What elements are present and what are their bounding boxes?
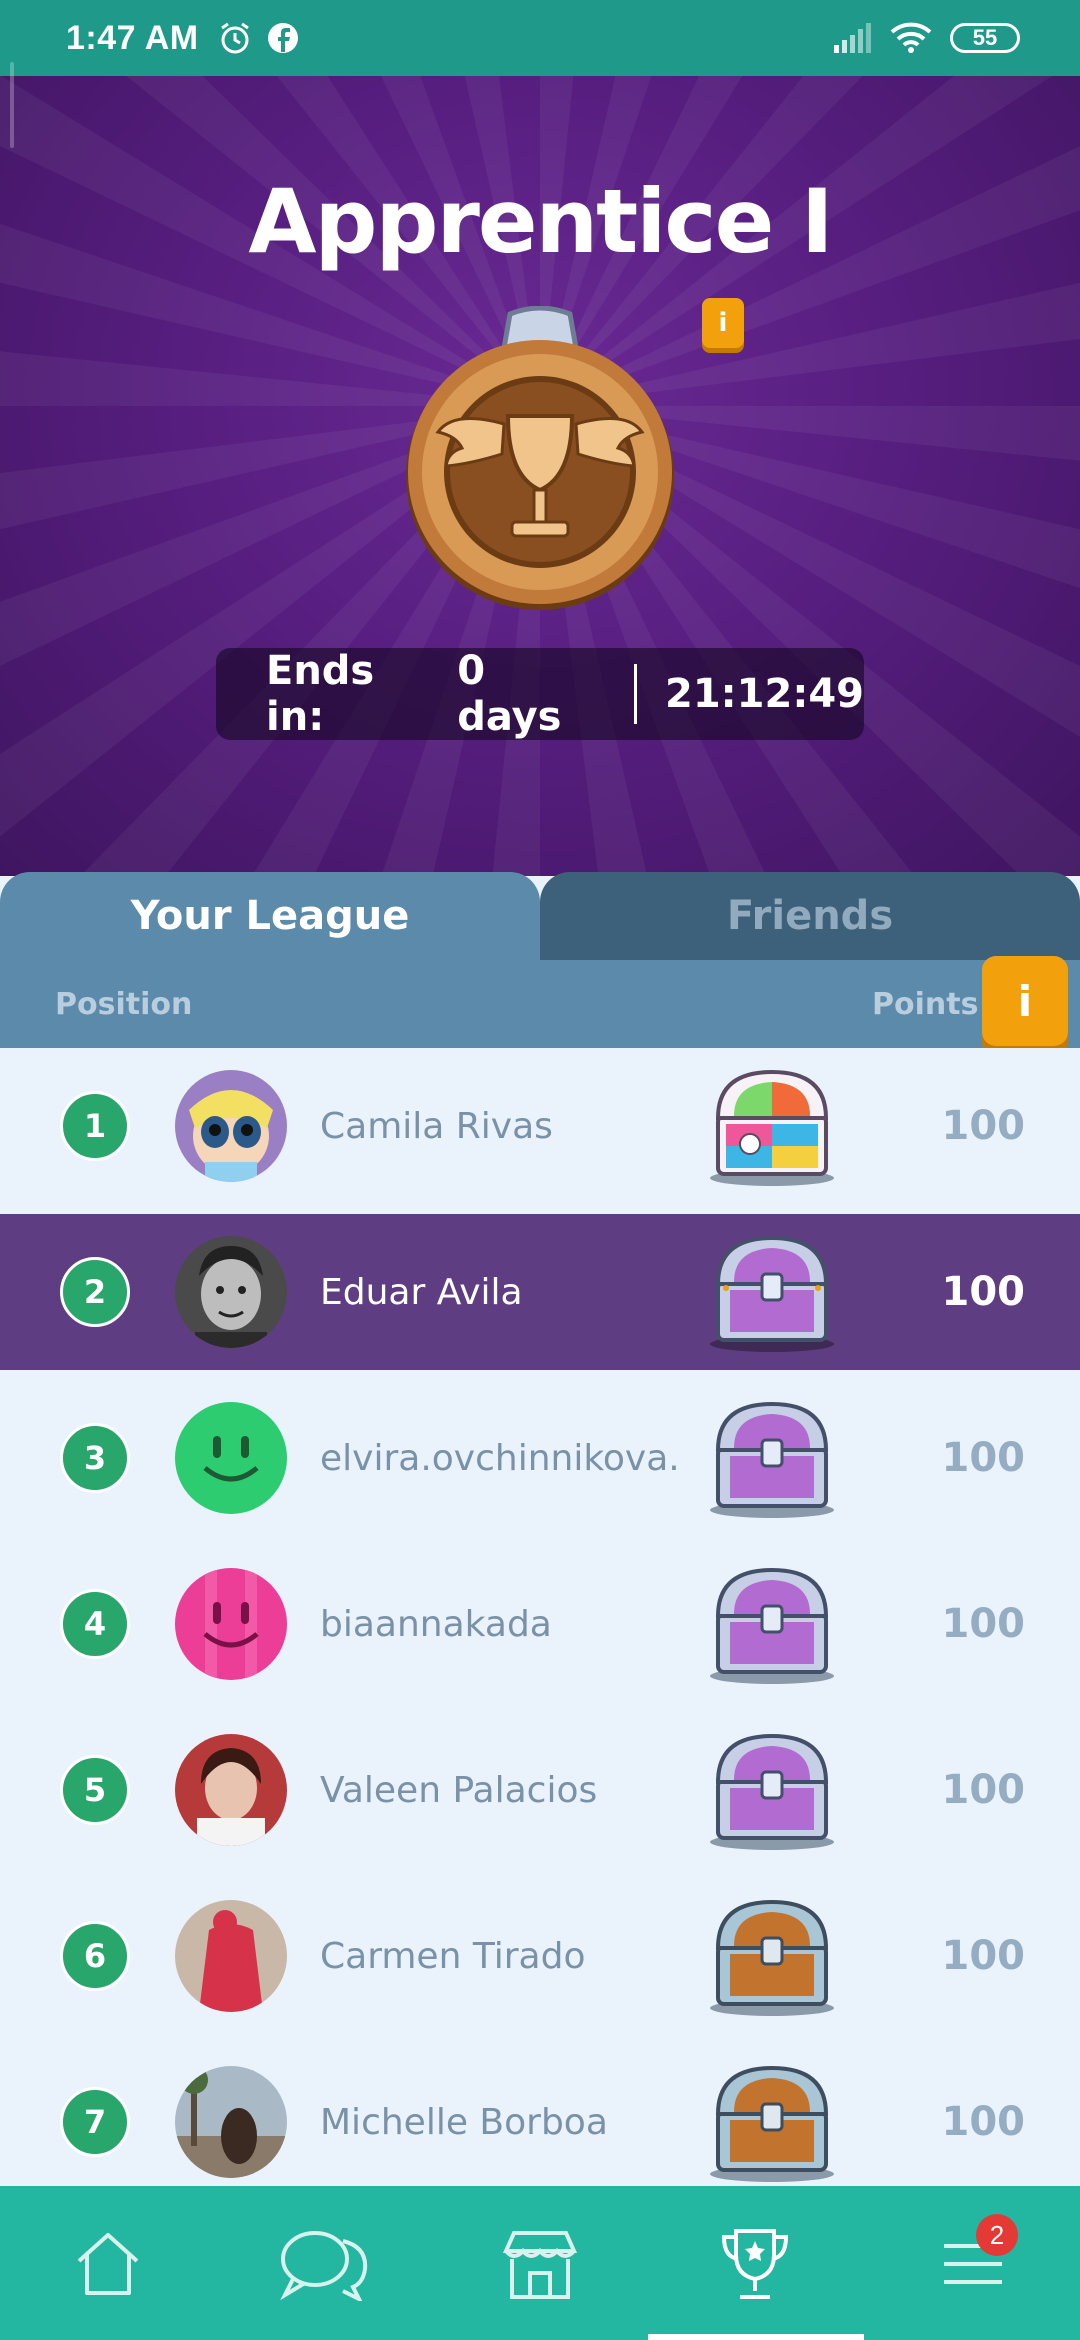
- wooden-chest-icon: [710, 2065, 834, 2182]
- purple-chest-icon: [710, 1235, 834, 1352]
- player-name: Carmen Tirado: [320, 1935, 586, 1977]
- trophy-icon: [721, 2229, 789, 2299]
- nav-leagues[interactable]: [700, 2214, 810, 2314]
- leaderboard-row[interactable]: 4 biaannakada 100: [0, 1546, 1080, 1702]
- league-timer: Ends in: 0 days 21:12:49: [216, 648, 864, 740]
- position-badge: 6: [60, 1921, 130, 1991]
- signal-icon: [834, 23, 871, 53]
- ends-in-days: 0 days: [457, 648, 562, 740]
- ends-in-time: 21:12:49: [665, 671, 864, 717]
- purple-chest-icon: [710, 1733, 834, 1850]
- player-points: 100: [941, 1103, 1026, 1149]
- status-bar: 1:47 AM 55: [0, 0, 1080, 76]
- points-column-header: Points: [872, 986, 979, 1022]
- leaderboard-row[interactable]: 7 Michelle Borboa 100: [0, 2044, 1080, 2200]
- player-name: biaannakada: [320, 1603, 552, 1645]
- avatar: [175, 1402, 287, 1514]
- facebook-icon: [267, 23, 298, 53]
- timer-divider: [634, 664, 637, 724]
- player-points: 100: [941, 1269, 1026, 1315]
- avatar: [175, 1734, 287, 1846]
- purple-chest-icon: [710, 1567, 834, 1684]
- position-badge: 5: [60, 1755, 130, 1825]
- table-header: Position Points: [0, 960, 1080, 1048]
- player-points: 100: [941, 1933, 1026, 1979]
- position-badge: 1: [60, 1091, 130, 1161]
- player-name: Valeen Palacios: [320, 1769, 598, 1811]
- avatar: [175, 2066, 287, 2178]
- nav-home[interactable]: [53, 2214, 163, 2314]
- player-name: Camila Rivas: [320, 1105, 553, 1147]
- league-tabs: Your League Friends: [0, 872, 1080, 960]
- points-info-button[interactable]: i: [982, 956, 1068, 1046]
- position-badge: 7: [60, 2087, 130, 2157]
- alarm-icon: [220, 22, 249, 54]
- chat-icon: [280, 2231, 368, 2301]
- ends-in-label: Ends in:: [266, 648, 375, 740]
- player-points: 100: [941, 1601, 1026, 1647]
- leaderboard-row-current-user[interactable]: 2 Eduar Avila 100: [0, 1214, 1080, 1370]
- active-tab-indicator: [648, 2334, 864, 2340]
- player-points: 100: [941, 1767, 1026, 1813]
- wooden-chest-icon: [710, 1899, 834, 2016]
- leaderboard-row[interactable]: 6 Carmen Tirado 100: [0, 1878, 1080, 2034]
- position-badge: 4: [60, 1589, 130, 1659]
- league-title: Apprentice I: [248, 170, 833, 273]
- leaderboard-row[interactable]: 5 Valeen Palacios 100: [0, 1712, 1080, 1868]
- rainbow-chest-icon: [710, 1069, 834, 1186]
- nav-chat[interactable]: [270, 2214, 380, 2314]
- leaderboard-row[interactable]: 3 elvira.ovchinnikova. 100: [0, 1380, 1080, 1536]
- wifi-icon: [890, 22, 932, 53]
- league-medal-icon: [406, 306, 674, 610]
- player-points: 100: [941, 1435, 1026, 1481]
- avatar: [175, 1236, 287, 1348]
- avatar: [175, 1070, 287, 1182]
- nav-shop[interactable]: [485, 2214, 595, 2314]
- scroll-indicator: [10, 62, 14, 148]
- shop-icon: [502, 2231, 578, 2299]
- league-info-button[interactable]: i: [702, 298, 744, 348]
- battery-indicator: 55: [950, 23, 1020, 53]
- status-time: 1:47 AM: [66, 18, 199, 57]
- position-column-header: Position: [55, 986, 193, 1022]
- menu-notification-badge: 2: [976, 2214, 1018, 2256]
- position-badge: 3: [60, 1423, 130, 1493]
- avatar: [175, 1568, 287, 1680]
- avatar: [175, 1900, 287, 2012]
- leaderboard-row[interactable]: 1 Camila Rivas 100: [0, 1048, 1080, 1204]
- player-name: Eduar Avila: [320, 1271, 523, 1313]
- position-badge: 2: [60, 1257, 130, 1327]
- purple-chest-icon: [710, 1401, 834, 1518]
- tab-your-league[interactable]: Your League: [0, 872, 540, 960]
- tab-friends[interactable]: Friends: [540, 872, 1080, 960]
- home-icon: [77, 2233, 139, 2295]
- player-name: elvira.ovchinnikova.: [320, 1437, 680, 1479]
- player-name: Michelle Borboa: [320, 2101, 608, 2143]
- bottom-navigation: [0, 2186, 1080, 2340]
- player-points: 100: [941, 2099, 1026, 2145]
